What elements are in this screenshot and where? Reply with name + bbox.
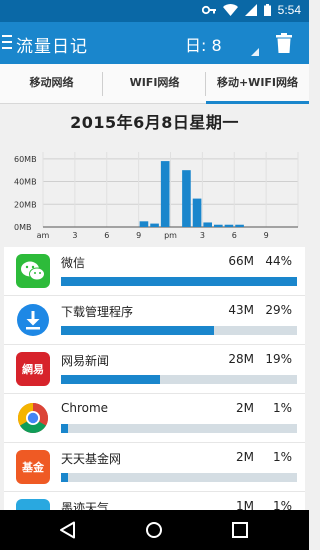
y-tick-label: 40MB [14, 178, 37, 187]
app-data-size: 2M [236, 450, 254, 464]
app-data-percent: 1% [272, 450, 292, 464]
app-data-percent: 1% [272, 499, 292, 510]
usage-progress-track [61, 473, 297, 482]
status-bar: 5:54 [0, 0, 309, 22]
app-data-percent: 1% [272, 401, 292, 415]
x-tick-label: 3 [200, 231, 205, 240]
usage-progress-track [61, 375, 297, 384]
y-tick-label: 20MB [14, 200, 37, 209]
app-name: 天天基金网 [61, 452, 122, 466]
screen: 5:54 流量日记 日: 8 移动网络 WIFI网络 移动+WIFI网络 201… [0, 0, 309, 550]
recents-icon[interactable] [232, 522, 248, 538]
status-icons: 5:54 [201, 3, 301, 17]
app-usage-row[interactable]: 微信 66M 44% [4, 247, 305, 296]
app-usage-row[interactable]: 下载管理程序 43M 29% [4, 296, 305, 345]
chart-bar [192, 198, 202, 227]
usage-progress-fill [61, 473, 69, 482]
x-tick-label: 6 [232, 231, 237, 240]
tab-label: WIFI网络 [129, 76, 180, 89]
back-icon[interactable] [59, 521, 76, 539]
app-usage-row[interactable]: Chrome 2M 1% [4, 394, 305, 443]
app-name: 墨迹天气 [61, 501, 110, 510]
chrome-icon [16, 401, 50, 435]
date-selector[interactable]: 日: 8 [177, 30, 263, 58]
chart-bar [235, 224, 244, 227]
chart-bar [182, 170, 191, 227]
wechat-icon [16, 254, 50, 288]
chart-title: 2015年6月8日星期一 [70, 113, 239, 132]
status-time: 5:54 [277, 3, 301, 17]
menu-icon[interactable] [2, 35, 12, 49]
tab-mobile-wifi-network[interactable]: 移动+WIFI网络 [206, 64, 309, 104]
dropdown-triangle-icon [251, 48, 259, 56]
x-tick-label: am [37, 231, 50, 240]
usage-progress-fill [61, 424, 69, 433]
app-data-percent: 29% [265, 303, 292, 317]
app-usage-row[interactable]: 墨迹天气 1M 1% [4, 492, 305, 510]
y-tick-label: 60MB [14, 155, 37, 164]
app-data-percent: 19% [265, 352, 292, 366]
x-tick-label: pm [164, 231, 177, 240]
app-title[interactable]: 流量日记 [16, 32, 88, 57]
trash-icon[interactable] [276, 33, 292, 53]
x-tick-label: 3 [72, 231, 77, 240]
home-icon[interactable] [145, 521, 163, 539]
weather-icon [16, 499, 50, 510]
tab-mobile-network[interactable]: 移动网络 [0, 64, 103, 103]
battery-icon [263, 4, 271, 16]
netease-news-icon: 網易 [16, 352, 50, 386]
chart-bar [203, 222, 212, 227]
app-usage-row[interactable]: 網易 网易新闻 28M 19% [4, 345, 305, 394]
x-tick-label: 9 [136, 231, 141, 240]
y-tick-label: 0MB [14, 223, 31, 232]
network-tabs: 移动网络 WIFI网络 移动+WIFI网络 [0, 64, 309, 104]
usage-progress-track [61, 326, 297, 335]
app-name: 微信 [61, 256, 86, 270]
chart-bar [214, 224, 223, 227]
app-bar: 流量日记 日: 8 [0, 22, 309, 64]
app-data-size: 28M [228, 352, 254, 366]
usage-progress-fill [61, 375, 161, 384]
chart-bar [139, 221, 149, 227]
app-data-size: 1M [236, 499, 254, 510]
app-name: 网易新闻 [61, 354, 110, 368]
tab-label: 移动+WIFI网络 [216, 76, 299, 89]
download-icon [16, 303, 50, 337]
chart-bar [160, 161, 170, 227]
usage-progress-track [61, 424, 297, 433]
chart-bar [224, 224, 234, 227]
usage-progress-track [61, 277, 297, 286]
app-data-percent: 44% [265, 254, 292, 268]
usage-progress-fill [61, 326, 215, 335]
app-data-size: 66M [228, 254, 254, 268]
app-data-size: 2M [236, 401, 254, 415]
key-icon [201, 5, 216, 15]
tab-label: 移动网络 [29, 76, 74, 89]
tab-wifi-network[interactable]: WIFI网络 [103, 64, 206, 103]
app-usage-list: 微信 66M 44% 下载管理程序 43M 29% 網易 网易新闻 28M 19% Chrome 2M… [4, 247, 305, 510]
usage-progress-fill [61, 277, 297, 286]
chart-bar [150, 223, 159, 227]
app-usage-row[interactable]: 基金 天天基金网 2M 1% [4, 443, 305, 492]
navigation-bar [0, 510, 309, 550]
x-tick-label: 6 [104, 231, 109, 240]
hourly-usage-chart: 0MB 20MB 40MB 60MB am 3 6 9 pm 3 6 9 [14, 152, 299, 240]
app-name: Chrome [61, 401, 109, 415]
date-selector-value: 日: 8 [185, 36, 222, 55]
x-tick-label: 9 [264, 231, 269, 240]
app-name: 下载管理程序 [61, 305, 134, 319]
signal-icon [244, 4, 257, 16]
active-tab-indicator [206, 101, 309, 104]
app-data-size: 43M [228, 303, 254, 317]
wifi-icon [222, 4, 238, 16]
fund-icon: 基金 [16, 450, 50, 484]
